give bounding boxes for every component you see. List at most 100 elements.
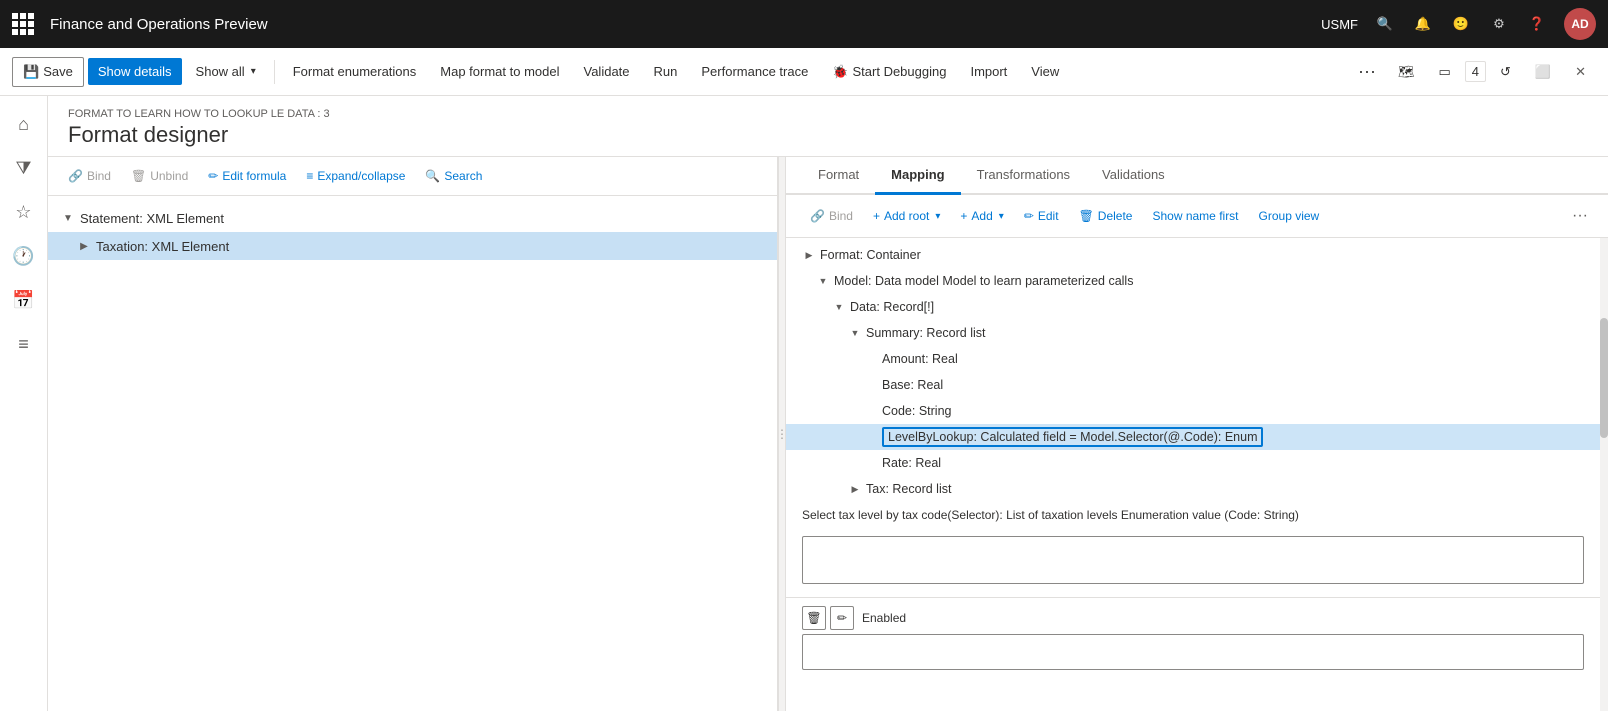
select-tax-text: Select tax level by tax code(Selector): … [786, 502, 1600, 528]
cmd-map-icon[interactable]: 🗺 [1388, 58, 1425, 86]
group-view-button[interactable]: Group view [1251, 205, 1328, 227]
tree-area: ▼ Statement: XML Element ▶ Taxation: XML… [48, 196, 777, 711]
mapping-bind-button[interactable]: 🔗 Bind [802, 205, 861, 227]
scrollbar-thumb[interactable] [1600, 318, 1608, 438]
pencil-icon-mapping: ✏ [1024, 209, 1034, 223]
app-grid-icon[interactable] [12, 13, 34, 35]
pane-divider[interactable]: ⋮ [778, 157, 786, 711]
edit-button[interactable]: ✏ Edit [1016, 205, 1067, 227]
map-item[interactable]: ▶ Format: Container [786, 242, 1600, 268]
emoji-icon[interactable]: 🙂 [1450, 13, 1472, 35]
trash-icon: 🗑 [131, 169, 146, 183]
add-button[interactable]: + Add ▾ [952, 205, 1011, 227]
cmd-badge-icon[interactable]: 4 [1465, 61, 1486, 82]
mapping-toolbar: 🔗 Bind + Add root ▾ + Add ▾ ✏ [786, 195, 1608, 238]
tree-item[interactable]: ▶ Taxation: XML Element [48, 232, 777, 260]
bell-icon[interactable]: 🔔 [1412, 13, 1434, 35]
mapping-more-button[interactable]: ··· [1568, 203, 1592, 229]
plus-icon: + [873, 209, 880, 223]
expand-collapse-button[interactable]: ≡ Expand/collapse [298, 165, 413, 187]
map-toggle [864, 430, 878, 444]
cmd-refresh-icon[interactable]: ↺ [1490, 58, 1521, 86]
trash-icon-mapping: 🗑 [1079, 209, 1094, 223]
enabled-input[interactable] [802, 634, 1584, 670]
enabled-label-row: 🗑 ✏ Enabled [802, 606, 1584, 630]
add-root-button[interactable]: + Add root ▾ [865, 205, 948, 227]
map-item[interactable]: Code: String [786, 398, 1600, 424]
map-item[interactable]: ▼ Summary: Record list [786, 320, 1600, 346]
tab-format[interactable]: Format [802, 157, 875, 195]
map-item[interactable]: ▶ Tax: Record list [786, 476, 1600, 502]
show-details-button[interactable]: Show details [88, 58, 182, 85]
edit-formula-button-enabled[interactable]: ✏ [830, 606, 854, 630]
settings-icon[interactable]: ⚙ [1488, 13, 1510, 35]
plus-icon-2: + [960, 209, 967, 223]
save-icon: 💾 [23, 64, 39, 80]
cmd-expand-icon[interactable]: ⬜ [1525, 58, 1561, 86]
formula-container [786, 528, 1600, 597]
map-toggle: ▶ [802, 248, 816, 262]
bind-button[interactable]: 🔗 Bind [60, 165, 119, 187]
view-button[interactable]: View [1021, 58, 1069, 85]
search-icon[interactable]: 🔍 [1374, 13, 1396, 35]
left-nav: ⌂ ⧩ ☆ 🕐 📅 ≡ [0, 96, 48, 711]
chevron-down-icon: ▾ [935, 211, 940, 222]
help-icon[interactable]: ❓ [1526, 13, 1548, 35]
expand-icon: ≡ [306, 169, 313, 183]
nav-home-icon[interactable]: ⌂ [4, 104, 44, 144]
tab-mapping[interactable]: Mapping [875, 157, 960, 195]
cmd-close-icon[interactable]: ✕ [1565, 58, 1596, 86]
format-enumerations-button[interactable]: Format enumerations [283, 58, 427, 85]
link-icon-mapping: 🔗 [810, 209, 825, 223]
cmd-more-btn[interactable]: ··· [1350, 61, 1384, 82]
search-button[interactable]: 🔍 Search [417, 165, 490, 187]
map-item[interactable]: ▼ Model: Data model Model to learn param… [786, 268, 1600, 294]
delete-formula-button[interactable]: 🗑 [802, 606, 826, 630]
nav-star-icon[interactable]: ☆ [4, 192, 44, 232]
mapping-tree: ▶ Format: Container ▼ Model: Data model … [786, 238, 1600, 711]
mapping-content: ▶ Format: Container ▼ Model: Data model … [786, 238, 1608, 711]
page-header: FORMAT TO LEARN HOW TO LOOKUP LE DATA : … [48, 96, 1608, 157]
save-button[interactable]: 💾 Save [12, 57, 84, 87]
edit-formula-button[interactable]: ✏ Edit formula [200, 165, 294, 187]
map-toggle [864, 404, 878, 418]
tab-validations[interactable]: Validations [1086, 157, 1181, 195]
map-format-to-model-button[interactable]: Map format to model [430, 58, 569, 85]
top-bar-right: USMF 🔍 🔔 🙂 ⚙ ❓ AD [1321, 8, 1596, 40]
formula-textarea[interactable] [802, 536, 1584, 584]
left-pane: 🔗 Bind 🗑 Unbind ✏ Edit formula ≡ Expand/… [48, 157, 778, 711]
validate-button[interactable]: Validate [574, 58, 640, 85]
start-debugging-button[interactable]: 🐞 Start Debugging [822, 58, 956, 86]
map-item[interactable]: ▼ Data: Record[!] [786, 294, 1600, 320]
delete-button[interactable]: 🗑 Delete [1071, 205, 1141, 227]
nav-clock-icon[interactable]: 🕐 [4, 236, 44, 276]
map-item-highlighted[interactable]: LevelByLookup: Calculated field = Model.… [786, 424, 1600, 450]
show-name-first-button[interactable]: Show name first [1144, 205, 1246, 227]
map-item[interactable]: Base: Real [786, 372, 1600, 398]
scrollbar-track[interactable] [1600, 238, 1608, 711]
run-button[interactable]: Run [644, 58, 688, 85]
enabled-label: Enabled [862, 611, 906, 625]
tab-transformations[interactable]: Transformations [961, 157, 1086, 195]
unbind-button[interactable]: 🗑 Unbind [123, 165, 196, 187]
nav-filter-icon[interactable]: ⧩ [4, 148, 44, 188]
link-icon: 🔗 [68, 169, 83, 183]
user-label: USMF [1321, 17, 1358, 32]
main-content: FORMAT TO LEARN HOW TO LOOKUP LE DATA : … [48, 96, 1608, 711]
import-button[interactable]: Import [960, 58, 1017, 85]
nav-calendar-icon[interactable]: 📅 [4, 280, 44, 320]
nav-list-icon[interactable]: ≡ [4, 324, 44, 364]
show-all-button[interactable]: Show all ▾ [186, 58, 266, 85]
right-pane: Format Mapping Transformations Validatio… [786, 157, 1608, 711]
tree-item[interactable]: ▼ Statement: XML Element [48, 204, 777, 232]
tree-item-text: Statement: XML Element [80, 211, 224, 226]
performance-trace-button[interactable]: Performance trace [691, 58, 818, 85]
avatar[interactable]: AD [1564, 8, 1596, 40]
chevron-down-icon: ▾ [251, 66, 256, 77]
split-area: 🔗 Bind 🗑 Unbind ✏ Edit formula ≡ Expand/… [48, 157, 1608, 711]
map-item[interactable]: Amount: Real [786, 346, 1600, 372]
tree-toggle: ▼ [60, 210, 76, 226]
map-item[interactable]: Rate: Real [786, 450, 1600, 476]
cmd-right: ··· 🗺 ▭ 4 ↺ ⬜ ✕ [1350, 58, 1596, 86]
cmd-panel-icon[interactable]: ▭ [1428, 58, 1460, 86]
